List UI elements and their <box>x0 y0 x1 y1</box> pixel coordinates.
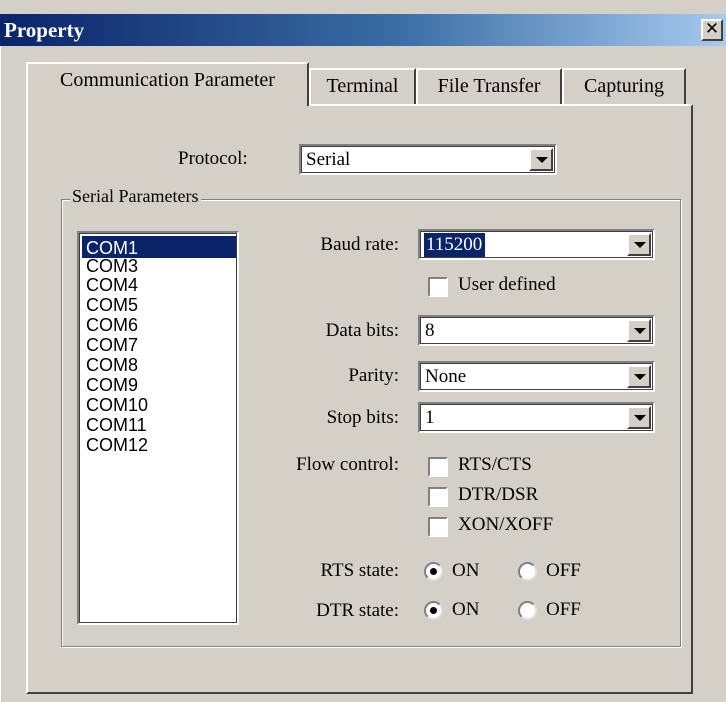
data-bits-label: Data bits: <box>325 320 399 341</box>
xon-xoff-checkbox[interactable] <box>428 517 448 537</box>
list-item[interactable]: COM4 <box>82 276 236 295</box>
chevron-down-icon[interactable] <box>627 406 651 429</box>
xon-xoff-label: XON/XOFF <box>458 514 554 535</box>
baud-rate-select[interactable]: 115200 <box>418 229 655 260</box>
dtr-off-label: OFF <box>546 599 581 620</box>
data-bits-select[interactable]: 8 <box>418 315 655 346</box>
rts-on-label: ON <box>452 560 480 581</box>
tab-label: Communication Parameter <box>60 69 275 91</box>
baud-rate-label: Baud rate: <box>320 234 399 255</box>
data-bits-value: 8 <box>425 320 435 341</box>
tab-communication-parameter[interactable]: Communication Parameter <box>26 62 309 106</box>
dtr-dsr-label: DTR/DSR <box>458 484 539 505</box>
list-item[interactable]: COM10 <box>82 396 236 415</box>
chevron-down-icon[interactable] <box>627 319 651 342</box>
user-defined-checkbox[interactable] <box>428 277 448 297</box>
parity-value: None <box>425 366 467 387</box>
serial-parameters-title: Serial Parameters <box>70 186 202 207</box>
dtr-state-label: DTR state: <box>316 600 399 621</box>
protocol-select[interactable]: Serial <box>299 144 557 175</box>
rts-off-radio[interactable] <box>518 562 537 581</box>
rts-off-label: OFF <box>546 560 581 581</box>
property-dialog: Property ✕ Communication Parameter Termi… <box>0 0 726 702</box>
list-item[interactable]: COM1 <box>82 236 236 258</box>
rts-on-radio[interactable] <box>424 562 443 581</box>
list-item[interactable]: COM8 <box>82 356 236 375</box>
chevron-down-icon[interactable] <box>627 365 651 388</box>
tab-capturing[interactable]: Capturing <box>562 68 686 105</box>
stop-bits-label: Stop bits: <box>326 407 399 428</box>
rts-cts-label: RTS/CTS <box>458 454 532 475</box>
tab-file-transfer[interactable]: File Transfer <box>416 68 562 105</box>
protocol-value: Serial <box>306 149 351 170</box>
parity-label: Parity: <box>348 365 399 386</box>
chevron-down-icon[interactable] <box>627 233 651 256</box>
list-item[interactable]: COM6 <box>82 316 236 335</box>
protocol-label: Protocol: <box>178 148 248 169</box>
list-item[interactable]: COM7 <box>82 336 236 355</box>
list-item[interactable]: COM5 <box>82 296 236 315</box>
rts-cts-checkbox[interactable] <box>428 457 448 477</box>
tab-terminal[interactable]: Terminal <box>309 68 416 105</box>
dtr-off-radio[interactable] <box>518 601 537 620</box>
tab-label: File Transfer <box>437 75 541 97</box>
rts-state-label: RTS state: <box>320 560 399 581</box>
list-item[interactable]: COM3 <box>82 257 236 276</box>
chevron-down-icon[interactable] <box>529 148 553 171</box>
window-title: Property <box>4 18 85 42</box>
flow-control-label: Flow control: <box>296 454 399 475</box>
com-port-list[interactable]: COM1 COM3 COM4 COM5 COM6 COM7 COM8 COM9 … <box>77 231 239 625</box>
user-defined-label: User defined <box>458 274 556 295</box>
close-icon: ✕ <box>704 19 720 39</box>
dtr-on-radio[interactable] <box>424 601 443 620</box>
dtr-dsr-checkbox[interactable] <box>428 487 448 507</box>
close-button[interactable]: ✕ <box>701 19 723 41</box>
list-item[interactable]: COM12 <box>82 436 236 455</box>
stop-bits-select[interactable]: 1 <box>418 402 655 433</box>
parity-select[interactable]: None <box>418 361 655 392</box>
tab-label: Terminal <box>326 75 399 97</box>
tab-label: Capturing <box>584 75 664 97</box>
baud-rate-value: 115200 <box>424 233 486 257</box>
window-frame <box>0 46 8 702</box>
list-item[interactable]: COM11 <box>82 416 236 435</box>
stop-bits-value: 1 <box>425 407 435 428</box>
dtr-on-label: ON <box>452 599 480 620</box>
list-item[interactable]: COM9 <box>82 376 236 395</box>
title-bar: Property ✕ <box>0 14 726 46</box>
